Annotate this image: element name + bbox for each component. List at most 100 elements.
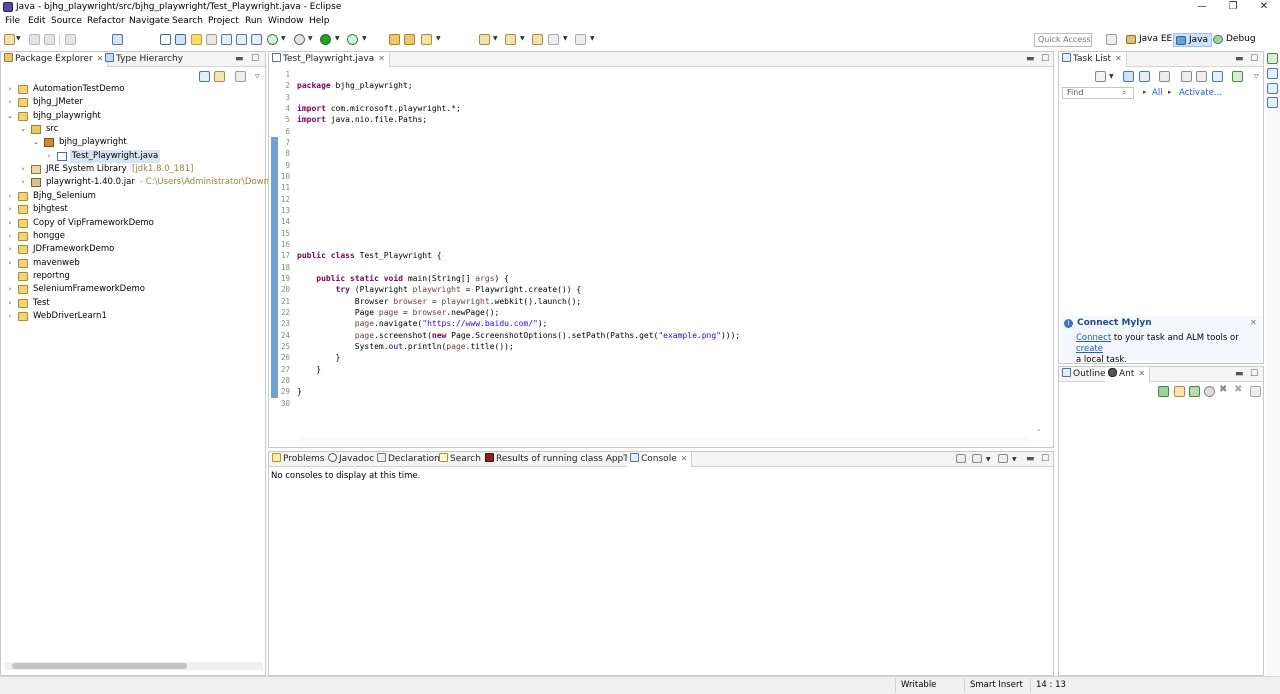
outline-minimized-icon[interactable] (1267, 83, 1278, 94)
chevron-right-icon[interactable]: › (6, 257, 14, 270)
tab-type-hierarchy[interactable]: Type Hierarchy (102, 52, 187, 67)
connect-link[interactable]: Connect (1076, 333, 1111, 343)
perspective-debug[interactable]: Debug (1211, 33, 1259, 47)
tree-item[interactable]: › bjhgtest (1, 203, 265, 216)
view-menu-icon[interactable]: ▽ (1254, 73, 1259, 80)
forward-icon[interactable] (575, 34, 586, 45)
chevron-right-icon[interactable]: › (6, 283, 14, 296)
tree-item[interactable]: › Test_Playwright.java (1, 149, 265, 163)
chevron-down-icon[interactable]: ▼ (308, 35, 313, 42)
open-console-icon[interactable] (998, 454, 1008, 463)
maximize-icon[interactable]: ☐ (1041, 454, 1049, 464)
activate-task-link[interactable]: Activate... (1179, 88, 1222, 98)
quick-access-input[interactable]: Quick Access (1034, 33, 1092, 47)
chevron-down-icon[interactable]: ▼ (1109, 73, 1114, 80)
code-line[interactable]: } (297, 387, 302, 396)
show-javadoc-icon[interactable] (236, 34, 247, 45)
menu-source[interactable]: Source (51, 16, 82, 26)
open-type-icon[interactable] (404, 34, 415, 45)
sync-icon[interactable] (1232, 71, 1243, 82)
terminal-icon[interactable] (112, 34, 123, 45)
code-line[interactable]: import com.microsoft.playwright.*; (297, 104, 461, 113)
build-icon[interactable] (251, 34, 262, 45)
chevron-down-icon[interactable]: ▼ (281, 35, 286, 42)
tree-item[interactable]: › Bjhg_Selenium (1, 190, 265, 203)
chevron-down-icon[interactable]: ▼ (563, 35, 568, 42)
menu-refactor[interactable]: Refactor (87, 16, 125, 26)
code-line[interactable]: System.out.println(page.title()); (297, 342, 514, 351)
chevron-down-icon[interactable]: ⌄ (32, 136, 40, 149)
tree-item[interactable]: › WebDriverLearn1 (1, 310, 265, 323)
scheduled-icon[interactable] (1139, 71, 1150, 82)
menu-window[interactable]: Window (268, 16, 304, 26)
scrollbar-thumb[interactable] (12, 663, 187, 669)
debug-icon[interactable] (294, 34, 305, 45)
tab-search[interactable]: Search (436, 452, 485, 467)
menu-help[interactable]: Help (309, 16, 330, 26)
tab-test-playwright-java[interactable]: Test_Playwright.java ✕ (269, 52, 390, 67)
maximize-icon[interactable]: ☐ (1250, 54, 1258, 64)
menu-file[interactable]: File (5, 16, 20, 26)
chevron-right-icon[interactable]: › (19, 176, 27, 189)
chevron-right-icon[interactable]: › (6, 190, 14, 203)
chevron-down-icon[interactable]: ▼ (590, 35, 595, 42)
new-icon[interactable] (4, 34, 15, 45)
last-edit-icon[interactable] (532, 34, 543, 45)
menu-search[interactable]: Search (172, 16, 203, 26)
tab-package-explorer[interactable]: Package Explorer ✕ (1, 52, 109, 67)
close-icon[interactable]: ✕ (681, 454, 688, 463)
view-menu-icon[interactable]: ▽ (255, 73, 260, 80)
chevron-down-icon[interactable]: ▼ (493, 35, 498, 42)
task-list-minimized-icon[interactable] (1267, 68, 1278, 79)
chevron-down-icon[interactable]: ▼ (520, 35, 525, 42)
perspective-java-ee[interactable]: Java EE (1124, 33, 1175, 47)
tab-problems[interactable]: Problems (269, 452, 328, 467)
menu-edit[interactable]: Edit (28, 16, 45, 26)
chevron-down-icon[interactable]: ▼ (16, 35, 21, 42)
tree-item[interactable]: › mavenweb (1, 257, 265, 270)
maximize-icon[interactable]: ☐ (1250, 369, 1258, 379)
horizontal-scrollbar[interactable] (4, 662, 263, 670)
maximize-icon[interactable]: ☐ (1041, 54, 1049, 64)
minimize-button[interactable]: — (1186, 0, 1218, 15)
pin-console-icon[interactable] (956, 454, 966, 463)
remove-icon[interactable]: ✖ (1219, 384, 1227, 395)
code-line[interactable]: } (297, 353, 341, 362)
chevron-right-icon[interactable]: › (6, 203, 14, 216)
code-line[interactable]: Page page = browser.newPage(); (297, 308, 500, 317)
chevron-right-icon[interactable]: › (6, 297, 14, 310)
collapse-all-icon[interactable] (199, 71, 210, 82)
editor-horizontal-scrollbar[interactable] (299, 437, 1029, 445)
close-icon[interactable]: ✕ (1138, 369, 1145, 378)
tree-item[interactable]: reportng (1, 270, 265, 283)
code-line[interactable]: Browser browser = playwright.webkit().la… (297, 297, 581, 306)
close-icon[interactable]: ✕ (1115, 54, 1122, 63)
chevron-down-icon[interactable]: ▼ (1012, 456, 1017, 463)
close-button[interactable]: ✕ (1248, 0, 1280, 15)
minimize-icon[interactable]: ▬ (1026, 454, 1035, 464)
chevron-down-icon[interactable]: ▼ (986, 456, 991, 463)
display-console-icon[interactable] (972, 454, 982, 463)
categorized-icon[interactable] (1123, 71, 1134, 82)
code-line[interactable]: package bjhg_playwright; (297, 81, 413, 90)
scroll-down-icon[interactable]: ⌄ (1036, 425, 1042, 433)
focus-task-icon[interactable] (1159, 71, 1170, 82)
code-line[interactable]: public class Test_Playwright { (297, 251, 442, 260)
code-line[interactable]: page.screenshot(new Page.ScreenshotOptio… (297, 331, 740, 340)
create-link[interactable]: create (1076, 344, 1103, 354)
menu-run[interactable]: Run (245, 16, 262, 26)
search-buildfile-icon[interactable] (1174, 386, 1185, 397)
tree-item[interactable]: › bjhg_JMeter (1, 96, 265, 109)
chevron-down-icon[interactable]: ⌄ (6, 110, 14, 123)
chevron-right-icon[interactable]: › (6, 243, 14, 256)
close-icon[interactable]: ✕ (378, 54, 385, 63)
all-tasks-link[interactable]: All (1152, 88, 1163, 98)
synchronize-icon[interactable] (1196, 71, 1207, 82)
back-icon[interactable] (548, 34, 559, 45)
block-selection-icon[interactable] (206, 34, 217, 45)
code-line[interactable]: import java.nio.file.Paths; (297, 115, 427, 124)
tab-task-list[interactable]: Task List ✕ (1059, 52, 1127, 67)
print-icon[interactable] (65, 34, 76, 45)
close-icon[interactable]: ✕ (1250, 318, 1257, 327)
minimize-icon[interactable]: ▬ (235, 54, 244, 64)
